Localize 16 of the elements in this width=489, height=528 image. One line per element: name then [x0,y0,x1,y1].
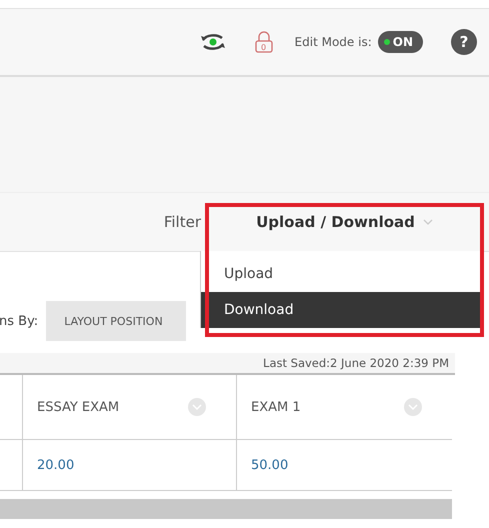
table-cell: 20.00 [22,440,236,491]
help-button[interactable]: ? [451,29,477,55]
table-cell: 50.00 [236,440,452,491]
menu-option[interactable]: Download [201,292,481,328]
chevron-circle-icon [404,398,422,416]
edit-mode-label: Edit Mode is: [294,35,372,49]
edit-mode-toggle[interactable]: ON [378,31,423,53]
filter-dropdown[interactable]: Upload / Download [205,193,484,251]
scrollbar[interactable] [0,499,452,519]
sort-label: ns By: [0,314,38,328]
lock-count: 0 [260,43,268,52]
layout-position-button[interactable]: LAYOUT POSITION [46,301,186,341]
filter-label: Filter [164,213,201,231]
sync-icon[interactable] [198,31,227,53]
chevron-circle-icon [188,398,206,416]
chevron-icon [422,219,433,225]
